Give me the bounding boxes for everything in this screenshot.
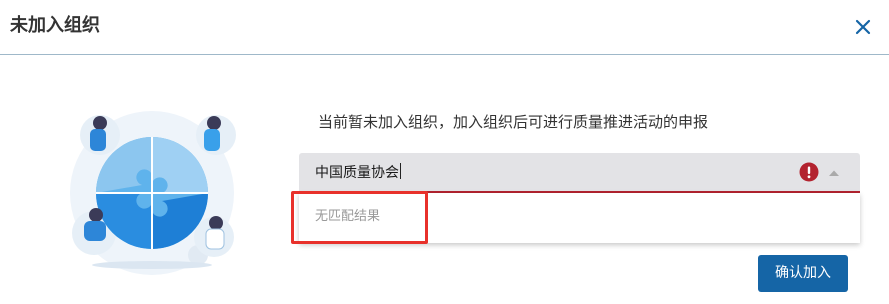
organization-select[interactable]: 中国质量协会	[299, 153, 860, 193]
confirm-join-button[interactable]: 确认加入	[758, 255, 848, 292]
dialog-header: 未加入组织	[0, 0, 889, 55]
close-icon[interactable]	[850, 14, 876, 40]
organization-dropdown: 无匹配结果	[299, 193, 860, 243]
join-organization-dialog: 未加入组织 当前暂未加入组织，加入组织后可进行质量推进活动的申报 中国质量协会 …	[0, 0, 889, 304]
organization-input[interactable]: 中国质量协会	[315, 162, 401, 184]
text-cursor	[400, 163, 401, 179]
dialog-title: 未加入组织	[10, 15, 100, 36]
join-description: 当前暂未加入组织，加入组织后可进行质量推进活动的申报	[318, 113, 709, 131]
chevron-up-icon[interactable]	[828, 169, 840, 177]
team-puzzle-illustration	[70, 111, 236, 275]
no-match-text: 无匹配结果	[315, 209, 381, 224]
error-icon	[799, 162, 819, 182]
